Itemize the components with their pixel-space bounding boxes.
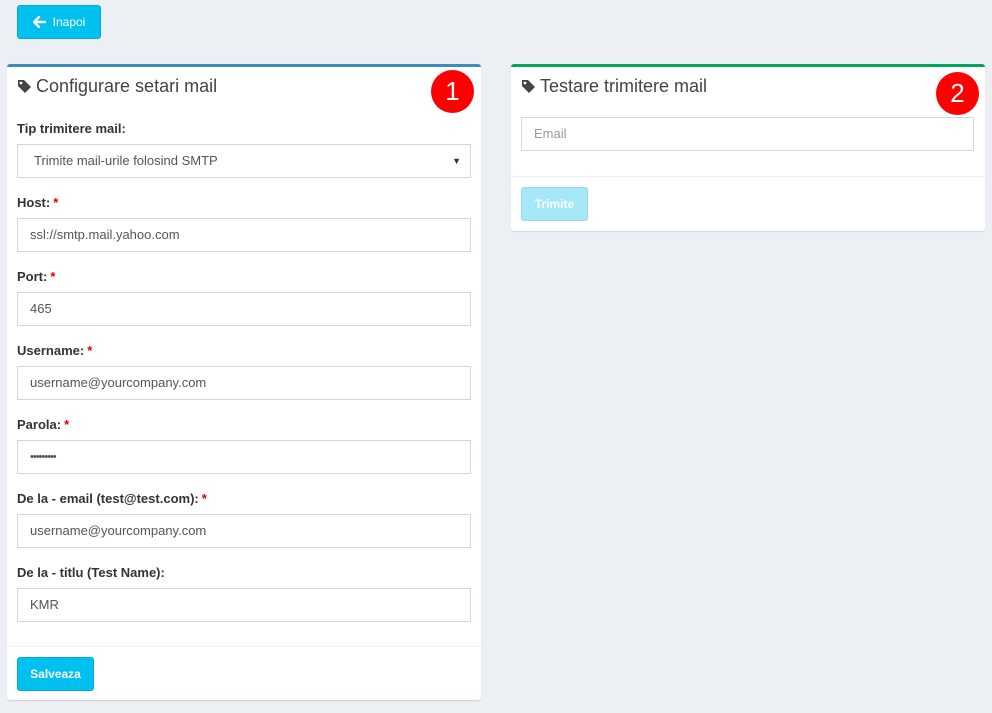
password-label-text: Parola:	[17, 417, 62, 432]
back-button[interactable]: Inapoi	[17, 5, 101, 39]
tag-icon	[521, 79, 536, 94]
from-email-label-text: De la - email (test@test.com):	[17, 491, 199, 506]
required-marker: *	[87, 343, 93, 358]
from-email-input[interactable]: username@yourcompany.com	[17, 514, 471, 548]
host-input[interactable]: ssl://smtp.mail.yahoo.com	[17, 218, 471, 252]
send-test-button[interactable]: Trimite	[521, 187, 588, 221]
username-input[interactable]: username@yourcompany.com	[17, 366, 471, 400]
step-badge-2: 2	[936, 72, 979, 115]
mail-test-title-text: Testare trimitere mail	[540, 76, 708, 96]
username-label-text: Username:	[17, 343, 85, 358]
required-marker: *	[53, 195, 59, 210]
from-email-label: De la - email (test@test.com): *	[17, 491, 207, 506]
password-label: Parola: *	[17, 417, 69, 432]
tag-icon	[17, 79, 32, 94]
send-type-label-text: Tip trimitere mail:	[17, 121, 126, 136]
mail-test-title: Testare trimitere mail	[521, 76, 707, 97]
send-type-select[interactable]: Trimite mail-urile folosind SMTP ▼	[17, 144, 471, 178]
password-input[interactable]: •••••••••	[17, 440, 471, 474]
mail-config-title: Configurare setari mail	[17, 76, 217, 97]
mail-config-title-text: Configurare setari mail	[36, 76, 218, 96]
step-badge-1: 1	[431, 70, 474, 113]
footer-divider	[7, 646, 481, 647]
test-email-input[interactable]: Email	[521, 117, 974, 151]
from-name-input[interactable]: KMR	[17, 588, 471, 622]
from-name-label: De la - titlu (Test Name):	[17, 565, 165, 580]
port-label: Port: *	[17, 269, 55, 284]
port-input[interactable]: 465	[17, 292, 471, 326]
back-button-label: Inapoi	[52, 15, 86, 29]
footer-divider	[511, 176, 985, 177]
required-marker: *	[201, 491, 207, 506]
required-marker: *	[50, 269, 56, 284]
port-label-text: Port:	[17, 269, 48, 284]
host-label-text: Host:	[17, 195, 51, 210]
save-button[interactable]: Salveaza	[17, 657, 94, 691]
chevron-down-icon: ▼	[452, 156, 461, 166]
host-label: Host: *	[17, 195, 58, 210]
username-label: Username: *	[17, 343, 92, 358]
required-marker: *	[64, 417, 70, 432]
send-type-selected-value: Trimite mail-urile folosind SMTP	[34, 153, 218, 168]
mail-test-panel: Testare trimitere mail 2 Email Trimite	[511, 64, 985, 231]
from-name-label-text: De la - titlu (Test Name):	[17, 565, 165, 580]
send-type-label: Tip trimitere mail:	[17, 121, 126, 136]
arrow-left-icon	[32, 16, 46, 28]
mail-config-panel: Configurare setari mail 1 Tip trimitere …	[7, 64, 481, 700]
